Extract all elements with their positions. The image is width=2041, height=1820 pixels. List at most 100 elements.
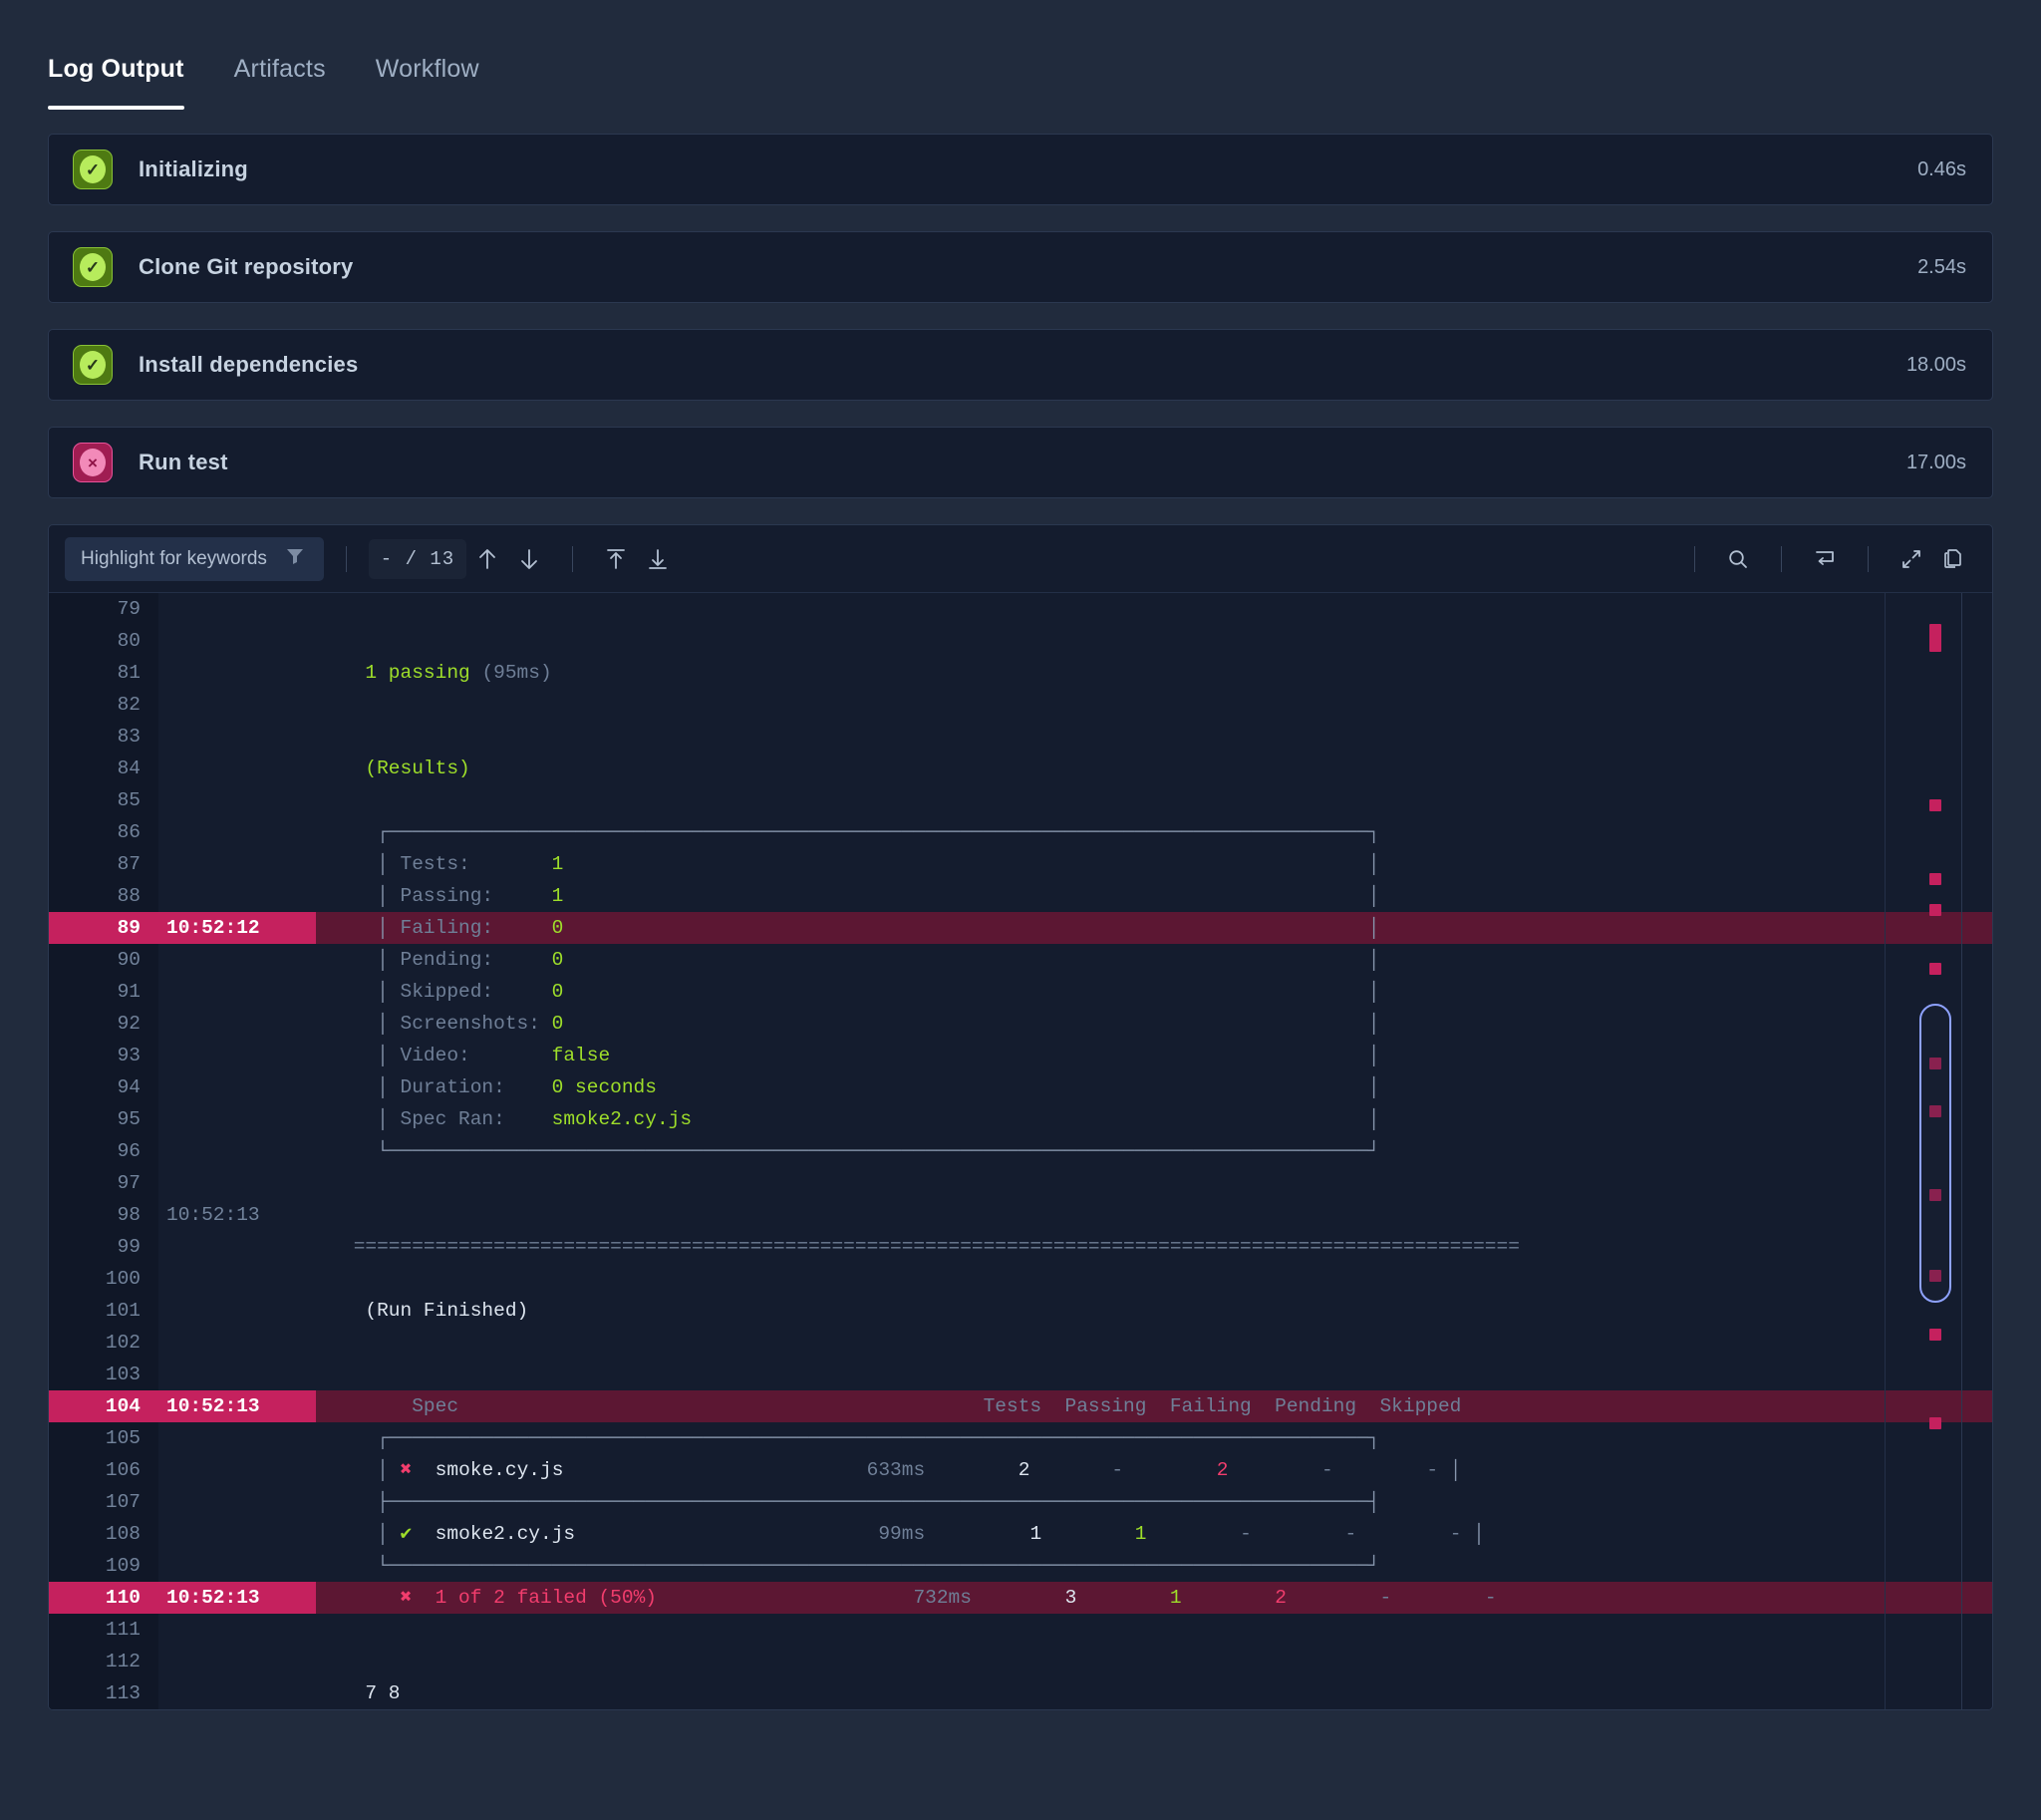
log-minimap-scrollbar[interactable] <box>1885 593 1992 1709</box>
log-line[interactable]: 82 <box>49 689 1992 721</box>
tab-workflow[interactable]: Workflow <box>376 55 479 110</box>
log-line[interactable]: 92 │ Screenshots: 0 │ <box>49 1008 1992 1040</box>
line-timestamp <box>158 1327 316 1359</box>
log-line[interactable]: 95 │ Spec Ran: smoke2.cy.js │ <box>49 1103 1992 1135</box>
log-line[interactable]: 109 └───────────────────────────────────… <box>49 1550 1992 1582</box>
line-number: 105 <box>49 1422 158 1454</box>
log-line[interactable]: 97 <box>49 1167 1992 1199</box>
line-timestamp: 10:52:13 <box>158 1199 316 1231</box>
log-token: 0 <box>551 981 564 1003</box>
minimap-match-marker[interactable] <box>1929 904 1941 916</box>
line-timestamp <box>158 784 316 816</box>
arrow-down-icon[interactable] <box>508 538 550 580</box>
jump-to-top-icon[interactable] <box>595 538 637 580</box>
line-content: │ Skipped: 0 │ <box>316 976 1992 1008</box>
log-line[interactable]: 91 │ Skipped: 0 │ <box>49 976 1992 1008</box>
line-content <box>316 1646 1992 1677</box>
line-content <box>316 1263 1992 1295</box>
line-timestamp <box>158 1231 316 1263</box>
line-timestamp <box>158 944 316 976</box>
log-line[interactable]: 100 <box>49 1263 1992 1295</box>
tab-artifacts[interactable]: Artifacts <box>234 55 326 110</box>
line-timestamp <box>158 880 316 912</box>
log-line[interactable]: 101 (Run Finished) <box>49 1295 1992 1327</box>
log-token: ✔ <box>400 1523 413 1545</box>
log-line[interactable]: 113 7 8 <box>49 1677 1992 1709</box>
log-line[interactable]: 81 1 passing (95ms) <box>49 657 1992 689</box>
line-timestamp <box>158 848 316 880</box>
log-line[interactable]: 107 ├───────────────────────────────────… <box>49 1486 1992 1518</box>
log-line[interactable]: 96 └────────────────────────────────────… <box>49 1135 1992 1167</box>
step-row[interactable]: × Run test 17.00s <box>48 427 1993 498</box>
toolbar-divider <box>346 545 347 572</box>
log-token: 1 <box>1076 1587 1182 1609</box>
log-token: │ <box>610 1045 1380 1066</box>
log-line[interactable]: 80 <box>49 625 1992 657</box>
log-line[interactable]: 83 <box>49 721 1992 753</box>
log-line[interactable]: 105 ┌───────────────────────────────────… <box>49 1422 1992 1454</box>
toolbar-divider-2 <box>572 545 573 572</box>
log-line[interactable]: 85 <box>49 784 1992 816</box>
log-line[interactable]: 103 <box>49 1359 1992 1390</box>
log-line[interactable]: 86 ┌────────────────────────────────────… <box>49 816 1992 848</box>
step-row[interactable]: ✓ Install dependencies 18.00s <box>48 329 1993 401</box>
log-token: │ <box>342 1459 401 1481</box>
log-line[interactable]: 104 10:52:13 Spec Tests Passing Failing P… <box>49 1390 1992 1422</box>
log-line[interactable]: 111 <box>49 1614 1992 1646</box>
log-line[interactable]: 110 10:52:13 ✖ 1 of 2 failed (50%) 732ms … <box>49 1582 1992 1614</box>
jump-to-bottom-icon[interactable] <box>637 538 679 580</box>
copy-icon[interactable] <box>1932 538 1974 580</box>
log-token: 2 <box>925 1459 1030 1481</box>
log-line[interactable]: 99 =====================================… <box>49 1231 1992 1263</box>
expand-icon[interactable] <box>1891 538 1932 580</box>
step-row[interactable]: ✓ Clone Git repository 2.54s <box>48 231 1993 303</box>
line-timestamp <box>158 1167 316 1199</box>
status-glyph: ✓ <box>80 253 106 281</box>
line-content <box>316 593 1992 625</box>
log-token: 2 <box>1123 1459 1229 1481</box>
log-line[interactable]: 102 <box>49 1327 1992 1359</box>
log-token: └───────────────────────────────────────… <box>342 1140 1380 1162</box>
step-label: Clone Git repository <box>139 254 354 279</box>
log-token: 1 passing <box>342 662 482 684</box>
log-line[interactable]: 84 (Results) <box>49 753 1992 784</box>
line-content: │ Failing: 0 │ <box>316 912 1992 944</box>
tab-log-output[interactable]: Log Output <box>48 55 184 110</box>
log-line[interactable]: 90 │ Pending: 0 │ <box>49 944 1992 976</box>
log-token: │ <box>342 885 401 907</box>
toolbar-divider-3 <box>1694 545 1695 572</box>
log-line[interactable]: 87 │ Tests: 1 │ <box>49 848 1992 880</box>
log-line[interactable]: 98 10:52:13 <box>49 1199 1992 1231</box>
log-token: Spec Tests Passing Failing Pending Skipp… <box>342 1395 1462 1417</box>
line-content <box>316 721 1992 753</box>
log-line[interactable]: 89 10:52:12 │ Failing: 0 │ <box>49 912 1992 944</box>
minimap-match-marker[interactable] <box>1929 1417 1941 1429</box>
log-line[interactable]: 79 <box>49 593 1992 625</box>
match-counter[interactable]: - / 13 <box>369 538 466 579</box>
log-line[interactable]: 93 │ Video: false │ <box>49 1040 1992 1071</box>
log-line[interactable]: 94 │ Duration: 0 seconds │ <box>49 1071 1992 1103</box>
line-content <box>316 1199 1992 1231</box>
minimap-match-marker[interactable] <box>1929 624 1941 652</box>
word-wrap-icon[interactable] <box>1804 538 1846 580</box>
line-content <box>316 1167 1992 1199</box>
scrollbar-thumb[interactable] <box>1919 1004 1951 1303</box>
step-label: Install dependencies <box>139 352 359 377</box>
log-body[interactable]: 79 80 81 1 passing (95ms) 82 83 84 (Results) 8… <box>49 593 1992 1709</box>
log-line[interactable]: 106 │ ✖ smoke.cy.js 633ms 2 - 2 - - │ <box>49 1454 1992 1486</box>
minimap-match-marker[interactable] <box>1929 963 1941 975</box>
line-number: 98 <box>49 1199 158 1231</box>
log-line[interactable]: 112 <box>49 1646 1992 1677</box>
minimap-match-marker[interactable] <box>1929 799 1941 811</box>
line-content: ========================================… <box>316 1231 1992 1263</box>
check-icon: ✓ <box>73 247 113 287</box>
log-line[interactable]: 108 │ ✔ smoke2.cy.js 99ms 1 1 - - - │ <box>49 1518 1992 1550</box>
log-line[interactable]: 88 │ Passing: 1 │ <box>49 880 1992 912</box>
minimap-match-marker[interactable] <box>1929 1329 1941 1341</box>
highlight-keywords-button[interactable]: Highlight for keywords <box>65 536 324 581</box>
search-icon[interactable] <box>1717 538 1759 580</box>
arrow-up-icon[interactable] <box>466 538 508 580</box>
line-timestamp <box>158 1263 316 1295</box>
minimap-match-marker[interactable] <box>1929 873 1941 885</box>
step-row[interactable]: ✓ Initializing 0.46s <box>48 134 1993 205</box>
